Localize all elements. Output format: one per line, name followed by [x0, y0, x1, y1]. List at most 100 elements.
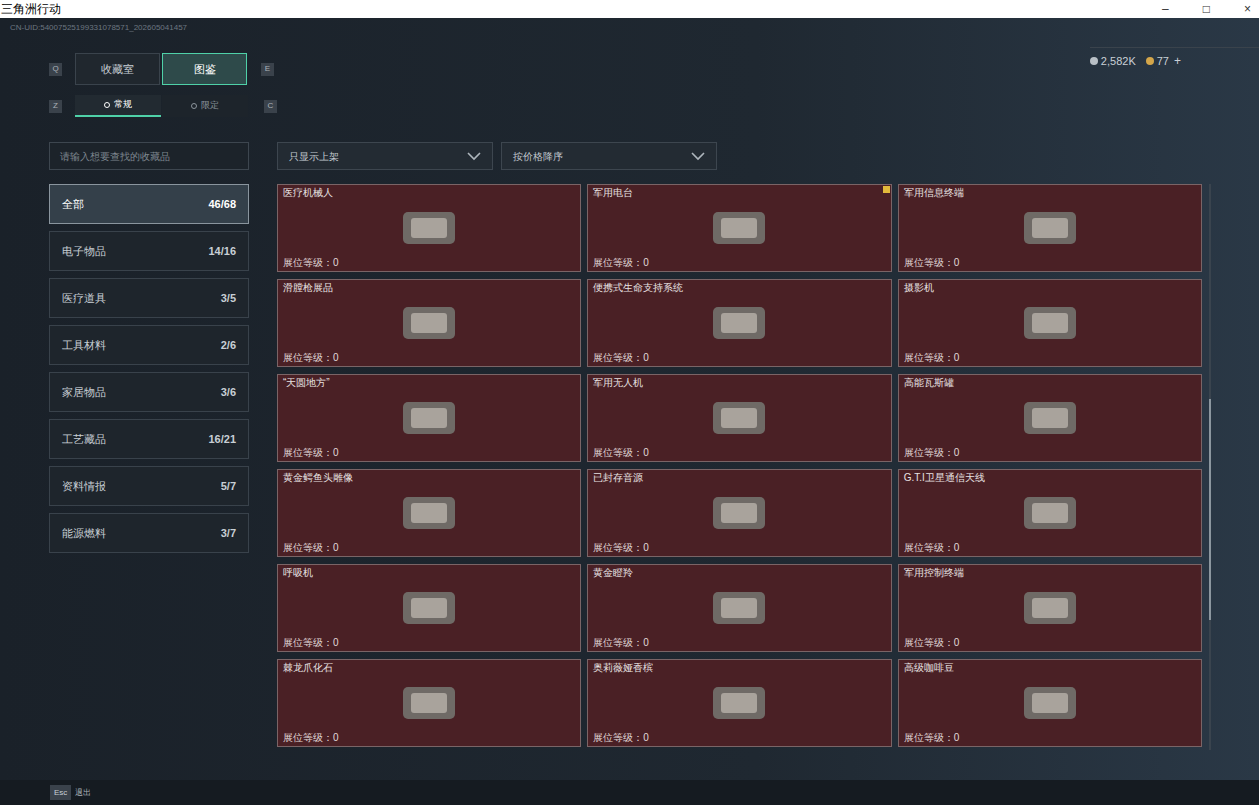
card-title: 黄金鳄鱼头雕像	[278, 470, 580, 484]
category-list: 全部46/68 电子物品14/16 医疗道具3/5 工具材料2/6 家居物品3/6 工艺藏…	[49, 184, 249, 750]
item-image-icon	[1018, 491, 1082, 535]
gold-coin-icon	[1146, 57, 1154, 65]
card-title: 摄影机	[899, 280, 1201, 294]
card-title: 呼吸机	[278, 565, 580, 579]
flag-badge-icon	[883, 186, 890, 193]
collection-card[interactable]: 滑膛枪展品展位等级：0	[277, 279, 581, 367]
card-title: 高级咖啡豆	[899, 660, 1201, 674]
card-level: 展位等级：0	[278, 351, 580, 366]
category-item[interactable]: 能源燃料3/7	[49, 513, 249, 553]
collection-card[interactable]: G.T.I卫星通信天线展位等级：0	[898, 469, 1202, 557]
add-currency-button[interactable]: +	[1174, 52, 1181, 70]
collection-card[interactable]: 军用信息终端展位等级：0	[898, 184, 1202, 272]
card-level: 展位等级：0	[899, 256, 1201, 271]
card-title: 医疗机械人	[278, 185, 580, 199]
card-title: 军用无人机	[588, 375, 890, 389]
key-hint: Z	[49, 100, 62, 113]
card-title: 军用信息终端	[899, 185, 1201, 199]
collection-card[interactable]: “天圆地方”展位等级：0	[277, 374, 581, 462]
uid-label: CN-UID:54007525199331078571_202605041457	[0, 18, 1259, 38]
window-control[interactable]: –	[1160, 3, 1171, 15]
item-image-icon	[707, 206, 771, 250]
item-image-icon	[1018, 301, 1082, 345]
scrollbar[interactable]	[1209, 184, 1211, 750]
card-title: 已封存音源	[588, 470, 890, 484]
collection-card[interactable]: 便携式生命支持系统展位等级：0	[587, 279, 891, 367]
collection-card[interactable]: 黄金瞪羚展位等级：0	[587, 564, 891, 652]
card-level: 展位等级：0	[899, 541, 1201, 556]
currency: 77	[1146, 53, 1169, 70]
sub-tab[interactable]: 限定	[162, 95, 248, 117]
card-title: 军用控制终端	[899, 565, 1201, 579]
collection-card[interactable]: 奥莉薇娅香槟展位等级：0	[587, 659, 891, 747]
card-level: 展位等级：0	[588, 256, 890, 271]
card-level: 展位等级：0	[588, 446, 890, 461]
content: CN-UID:54007525199331078571_202605041457…	[0, 18, 1259, 780]
main-tab[interactable]: 图鉴	[162, 53, 247, 85]
tab-icon	[104, 102, 110, 108]
collection-card[interactable]: 军用无人机展位等级：0	[587, 374, 891, 462]
scrollbar-thumb[interactable]	[1209, 399, 1211, 620]
card-level: 展位等级：0	[899, 446, 1201, 461]
search-field[interactable]: 请输入想要查找的收藏品	[49, 142, 249, 170]
item-image-icon	[397, 681, 461, 725]
card-title: “天圆地方”	[278, 375, 580, 389]
card-title: 黄金瞪羚	[588, 565, 890, 579]
window-control[interactable]: □	[1201, 3, 1212, 15]
sub-tab[interactable]: 常规	[75, 95, 161, 117]
tab-icon	[191, 103, 197, 109]
exit-button[interactable]: 退出	[75, 787, 91, 799]
main-tab[interactable]: 收藏室	[75, 53, 160, 85]
item-image-icon	[397, 491, 461, 535]
collection-card[interactable]: 已封存音源展位等级：0	[587, 469, 891, 557]
silver-coin-icon	[1090, 57, 1098, 65]
card-level: 展位等级：0	[278, 541, 580, 556]
key-hint: C	[264, 100, 277, 113]
collection-card[interactable]: 高级咖啡豆展位等级：0	[898, 659, 1202, 747]
category-item[interactable]: 全部46/68	[49, 184, 249, 224]
window-control[interactable]: ×	[1242, 3, 1253, 15]
card-title: G.T.I卫星通信天线	[899, 470, 1201, 484]
item-image-icon	[397, 206, 461, 250]
item-image-icon	[707, 681, 771, 725]
category-item[interactable]: 工艺藏品16/21	[49, 419, 249, 459]
item-image-icon	[397, 396, 461, 440]
main-tabs: Q收藏室图鉴E	[49, 53, 274, 85]
card-title: 滑膛枪展品	[278, 280, 580, 294]
collection-card[interactable]: 呼吸机展位等级：0	[277, 564, 581, 652]
category-item[interactable]: 电子物品14/16	[49, 231, 249, 271]
collection-card[interactable]: 军用控制终端展位等级：0	[898, 564, 1202, 652]
collection-card[interactable]: 医疗机械人展位等级：0	[277, 184, 581, 272]
footer: Esc 退出	[0, 780, 1259, 805]
collection-card[interactable]: 黄金鳄鱼头雕像展位等级：0	[277, 469, 581, 557]
filter-dropdown[interactable]: 按价格降序	[501, 142, 717, 170]
currency: 2,582K	[1090, 53, 1136, 70]
app: 三角洲行动–□×CN-UID:54007525199331078571_2026…	[0, 0, 1259, 805]
item-image-icon	[1018, 586, 1082, 630]
item-image-icon	[1018, 681, 1082, 725]
item-image-icon	[707, 586, 771, 630]
esc-key: Esc	[50, 785, 71, 800]
collection-card[interactable]: 摄影机展位等级：0	[898, 279, 1202, 367]
sub-tabs: Z 常规限定 C	[49, 95, 1259, 117]
item-image-icon	[397, 586, 461, 630]
card-level: 展位等级：0	[278, 731, 580, 746]
card-level: 展位等级：0	[278, 256, 580, 271]
category-item[interactable]: 医疗道具3/5	[49, 278, 249, 318]
currency-bar: 2,582K 77 +	[1090, 47, 1259, 70]
card-level: 展位等级：0	[899, 636, 1201, 651]
card-level: 展位等级：0	[899, 351, 1201, 366]
collection-card[interactable]: 高能瓦斯罐展位等级：0	[898, 374, 1202, 462]
card-title: 奥莉薇娅香槟	[588, 660, 890, 674]
collection-card[interactable]: 军用电台展位等级：0	[587, 184, 891, 272]
card-level: 展位等级：0	[278, 636, 580, 651]
card-level: 展位等级：0	[899, 731, 1201, 746]
category-item[interactable]: 家居物品3/6	[49, 372, 249, 412]
category-item[interactable]: 工具材料2/6	[49, 325, 249, 365]
item-grid: 医疗机械人展位等级：0军用电台展位等级：0军用信息终端展位等级：0滑膛枪展品展位…	[277, 184, 1202, 750]
collection-card[interactable]: 棘龙爪化石展位等级：0	[277, 659, 581, 747]
item-image-icon	[707, 301, 771, 345]
filter-dropdown[interactable]: 只显示上架	[277, 142, 493, 170]
card-level: 展位等级：0	[588, 351, 890, 366]
category-item[interactable]: 资料情报5/7	[49, 466, 249, 506]
